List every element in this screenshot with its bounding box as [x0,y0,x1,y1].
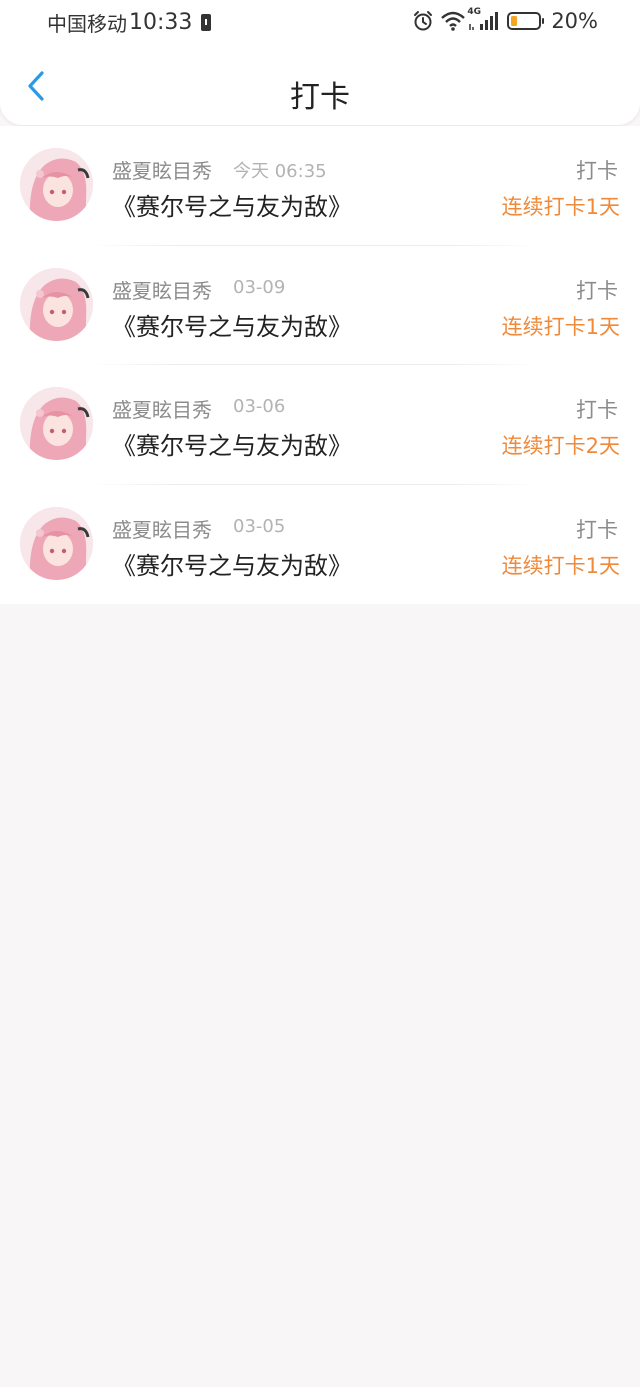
battery-percent: 20% [551,9,598,33]
avatar[interactable] [20,148,93,221]
signal-icon: 4G [467,7,501,32]
list-item[interactable]: 盛夏眩目秀 03-06 《赛尔号之与友为敌》 打卡 连续打卡2天 [0,365,640,485]
avatar[interactable] [20,267,93,341]
page-title: 打卡 [290,80,350,115]
book-title: 《赛尔号之与友为敌》 [112,312,352,341]
battery-icon [507,12,545,30]
carrier-name: 中国移动 [47,12,127,36]
checkin-time: 03-06 [233,396,286,417]
streak-label: 连续打卡1天 [501,314,620,339]
header: 中国移动 10:33 4G 20% 打卡 [0,0,640,125]
list-item[interactable]: 盛夏眩目秀 今天 06:35 《赛尔号之与友为敌》 打卡 连续打卡1天 [0,126,640,246]
wifi-icon [441,11,466,31]
avatar[interactable] [20,387,93,460]
username: 盛夏眩目秀 [112,398,212,422]
username: 盛夏眩目秀 [112,517,212,542]
checkin-time: 03-05 [233,515,286,537]
book-title: 《赛尔号之与友为敌》 [112,432,352,460]
checkin-list: 盛夏眩目秀 今天 06:35 《赛尔号之与友为敌》 打卡 连续打卡1天 盛夏眩目… [0,126,640,604]
streak-label: 连续打卡2天 [501,434,620,458]
nav-bar: 打卡 [0,44,640,125]
battery-saver-icon [201,14,212,31]
action-label: 打卡 [576,398,618,422]
username: 盛夏眩目秀 [112,159,212,183]
username: 盛夏眩目秀 [112,278,212,303]
action-label: 打卡 [576,159,618,183]
clock: 10:33 [129,10,193,35]
action-label: 打卡 [576,278,618,303]
streak-label: 连续打卡1天 [501,553,620,578]
checkin-time: 03-09 [233,276,286,298]
book-title: 《赛尔号之与友为敌》 [112,193,352,221]
checkin-time: 今天 06:35 [233,161,327,182]
alarm-icon [414,11,433,31]
action-label: 打卡 [576,517,618,542]
avatar[interactable] [20,506,93,580]
list-item[interactable]: 盛夏眩目秀 03-05 《赛尔号之与友为敌》 打卡 连续打卡1天 [0,485,640,605]
streak-label: 连续打卡1天 [501,195,620,219]
list-item[interactable]: 盛夏眩目秀 03-09 《赛尔号之与友为敌》 打卡 连续打卡1天 [0,246,640,365]
status-bar: 中国移动 10:33 4G 20% [0,0,640,44]
book-title: 《赛尔号之与友为敌》 [112,551,352,580]
